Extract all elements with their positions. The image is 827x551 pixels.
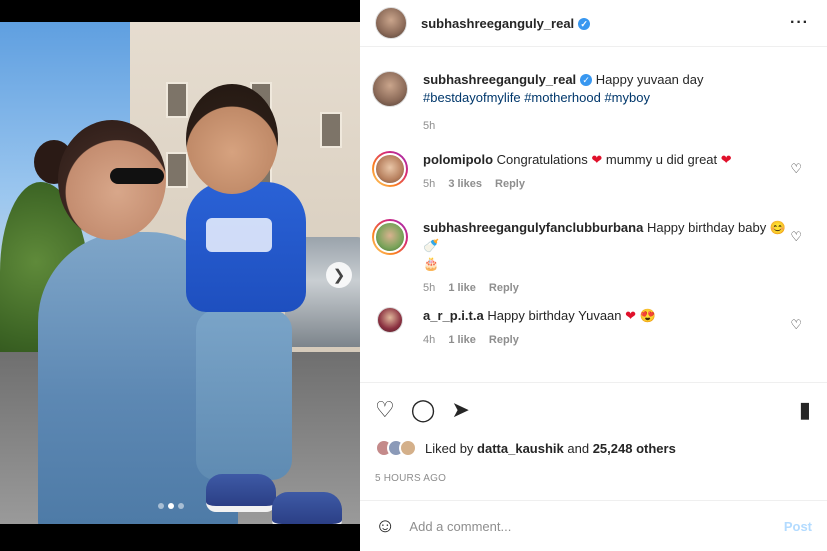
hashtag-link[interactable]: #motherhood — [524, 90, 601, 105]
story-ring[interactable] — [372, 219, 408, 255]
caption-username[interactable]: subhashreeganguly_real — [423, 72, 576, 87]
liked-by: Liked by datta_kaushik and 25,248 others — [375, 439, 676, 457]
liked-by-and: and — [567, 440, 590, 456]
comment-likes[interactable]: 1 like — [448, 282, 476, 294]
reply-button[interactable]: Reply — [495, 178, 525, 190]
red-heart-emoji: ❤ — [625, 308, 637, 323]
header-username-text[interactable]: subhashreeganguly_real — [421, 16, 574, 31]
heart-icon[interactable]: ♡ — [375, 397, 395, 423]
comment-text: Happy birthday baby — [646, 220, 767, 235]
caption-body: subhashreeganguly_real ✓ Happy yuvaan day… — [423, 71, 793, 135]
save-icon[interactable]: ▮ — [799, 397, 811, 423]
post-photo[interactable]: ❯ — [0, 22, 360, 524]
carousel-dots — [158, 503, 184, 509]
post-button[interactable]: Post — [784, 519, 812, 534]
liked-by-user[interactable]: datta_kaushik — [477, 441, 564, 456]
hashtag-link[interactable]: #myboy — [604, 90, 650, 105]
child-head — [186, 84, 278, 194]
sunglasses — [110, 168, 164, 184]
child-legs — [196, 310, 292, 480]
comment-time: 5h — [423, 178, 436, 190]
sweater-logo — [206, 218, 272, 252]
story-ring[interactable] — [372, 151, 408, 187]
comment-body: polomipolo Congratulations ❤ mummy u did… — [423, 151, 793, 193]
caption-text: Happy yuvaan day — [595, 72, 704, 87]
emoji-icon[interactable]: ☺ — [375, 515, 395, 538]
comment-body: subhashreegangulyfanclubburbana Happy bi… — [423, 219, 793, 297]
avatar[interactable] — [375, 7, 407, 39]
liked-by-text: Liked by datta_kaushik and 25,248 others — [425, 441, 676, 456]
share-icon[interactable]: ➤ — [451, 397, 469, 423]
comment-time: 4h — [423, 334, 436, 346]
liked-by-prefix: Liked by — [425, 440, 474, 456]
comment-input[interactable] — [409, 518, 750, 534]
heart-icon[interactable]: ♡ — [790, 161, 802, 177]
heart-eyes-emoji: 😍 — [639, 308, 656, 323]
comment-text: Congratulations — [496, 152, 588, 167]
comment-likes[interactable]: 3 likes — [448, 178, 482, 190]
comment-username[interactable]: a_r_p.i.t.a — [423, 308, 484, 323]
carousel-dot — [158, 503, 164, 509]
comment-text: Happy birthday Yuvaan — [487, 308, 622, 323]
comment-username[interactable]: polomipolo — [423, 152, 493, 167]
red-heart-emoji: ❤ — [591, 152, 603, 167]
comment-username[interactable]: subhashreegangulyfanclubburbana — [423, 220, 643, 235]
heart-icon[interactable]: ♡ — [790, 229, 802, 245]
child-shoe-left — [206, 474, 276, 512]
avatar[interactable] — [377, 307, 403, 333]
carousel-dot — [178, 503, 184, 509]
post-header: subhashreeganguly_real ✓ ··· — [360, 0, 827, 47]
comment-text-2: mummy u did great — [605, 152, 718, 167]
red-heart-emoji: ❤ — [720, 152, 732, 167]
carousel-dot-active — [168, 503, 174, 509]
more-icon[interactable]: ··· — [790, 14, 809, 32]
hashtag-link[interactable]: #bestdayofmylife — [423, 90, 521, 105]
comments-list[interactable]: subhashreeganguly_real ✓ Happy yuvaan day… — [360, 47, 827, 382]
avatar[interactable] — [372, 71, 408, 107]
caption-time: 5h — [423, 120, 436, 132]
next-arrow-icon[interactable]: ❯ — [326, 262, 352, 288]
reply-button[interactable]: Reply — [489, 334, 519, 346]
action-icons: ♡ ◯ ➤ — [375, 397, 470, 423]
child-shoe-right — [272, 492, 342, 524]
action-bar: ♡ ◯ ➤ ▮ Liked by datta_kaushik and 25,24… — [360, 382, 827, 500]
post-panel: subhashreeganguly_real ✓ ··· subhashreega… — [360, 0, 827, 551]
add-comment-bar: ☺ Post — [360, 500, 827, 551]
likes-count[interactable]: 25,248 others — [593, 441, 676, 456]
comment-body: a_r_p.i.t.a Happy birthday Yuvaan ❤ 😍 4h… — [423, 307, 793, 349]
comment-likes[interactable]: 1 like — [448, 334, 476, 346]
comment-icon[interactable]: ◯ — [411, 397, 436, 423]
liker-avatar[interactable] — [399, 439, 417, 457]
cake-emoji: 🎂 — [423, 256, 440, 271]
post-time[interactable]: 5 HOURS AGO — [375, 473, 446, 484]
avatar[interactable] — [374, 153, 406, 185]
heart-icon[interactable]: ♡ — [790, 317, 802, 333]
avatar[interactable] — [374, 221, 406, 253]
comment-time: 5h — [423, 282, 436, 294]
verified-icon: ✓ — [580, 74, 593, 86]
header-username[interactable]: subhashreeganguly_real ✓ — [421, 16, 591, 31]
verified-icon: ✓ — [578, 17, 591, 30]
reply-button[interactable]: Reply — [489, 282, 519, 294]
